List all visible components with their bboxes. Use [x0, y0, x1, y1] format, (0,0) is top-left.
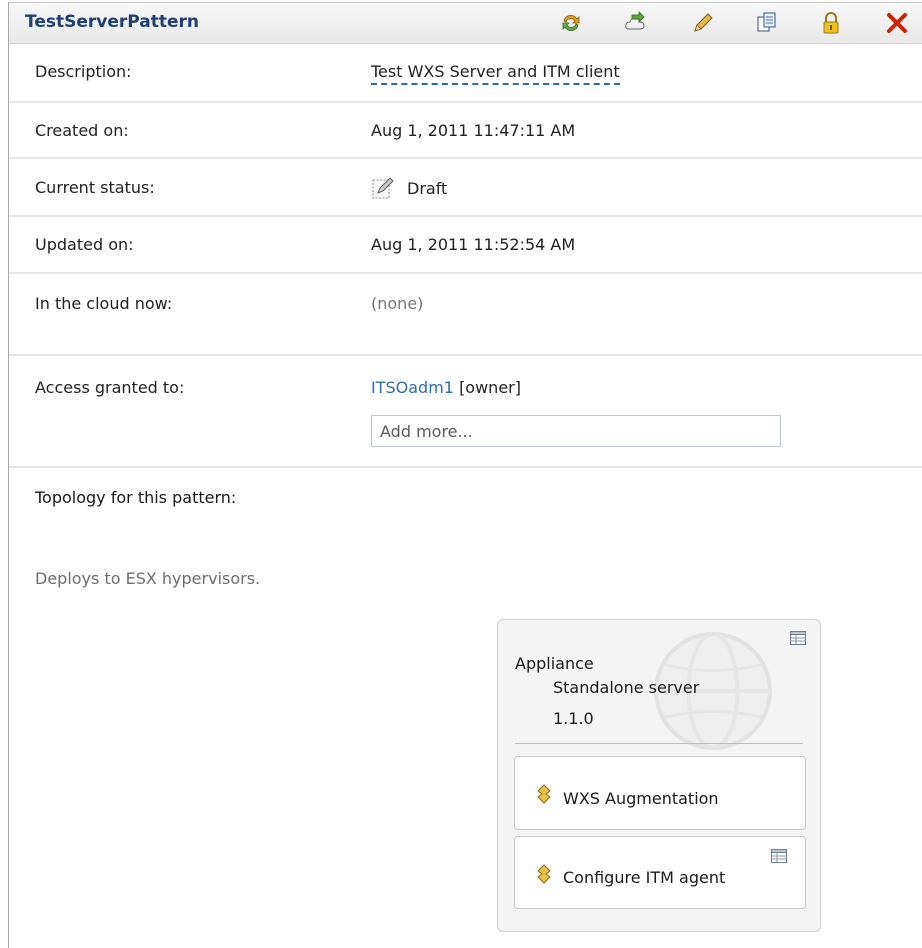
- access-row: Access granted to: ITSOadm1 [owner]: [9, 356, 922, 468]
- script-name: WXS Augmentation: [563, 789, 719, 808]
- script-icon: [535, 864, 553, 888]
- panel-header: TestServerPattern: [9, 2, 922, 44]
- description-text[interactable]: Test WXS Server and ITM client: [371, 62, 620, 85]
- cloud-label: In the cloud now:: [35, 294, 173, 313]
- lock-icon[interactable]: [817, 9, 845, 37]
- status-row: Current status: Draft: [9, 159, 922, 217]
- access-value: ITSOadm1 [owner]: [371, 378, 521, 397]
- draft-icon: [371, 176, 395, 200]
- access-label: Access granted to:: [35, 378, 185, 397]
- access-role: [owner]: [459, 378, 521, 397]
- script-package[interactable]: Configure ITM agent: [514, 836, 806, 909]
- cloud-value: (none): [371, 294, 424, 313]
- created-row: Created on: Aug 1, 2011 11:47:11 AM: [9, 103, 922, 159]
- delete-icon[interactable]: [883, 9, 911, 37]
- updated-row: Updated on: Aug 1, 2011 11:52:54 AM: [9, 217, 922, 274]
- updated-value: Aug 1, 2011 11:52:54 AM: [371, 235, 576, 254]
- created-value: Aug 1, 2011 11:47:11 AM: [371, 121, 576, 140]
- pattern-title: TestServerPattern: [25, 12, 200, 32]
- status-text: Draft: [407, 178, 448, 198]
- created-label: Created on:: [35, 121, 129, 140]
- cloud-row: In the cloud now: (none): [9, 274, 922, 356]
- properties-icon[interactable]: [790, 630, 806, 645]
- part-name: Standalone server: [553, 678, 700, 697]
- description-row: Description: Test WXS Server and ITM cli…: [9, 44, 922, 103]
- script-icon: [535, 784, 553, 808]
- script-package[interactable]: WXS Augmentation: [514, 756, 806, 830]
- part-type: Appliance: [515, 654, 594, 673]
- script-name: Configure ITM agent: [563, 868, 726, 887]
- card-divider: [515, 743, 803, 744]
- part-card[interactable]: Appliance Standalone server 1.1.0 WXS Au…: [497, 619, 821, 932]
- refresh-icon[interactable]: [557, 9, 585, 37]
- updated-label: Updated on:: [35, 235, 134, 254]
- topology-label: Topology for this pattern:: [35, 488, 237, 507]
- part-version: 1.1.0: [553, 709, 594, 728]
- clone-icon[interactable]: [753, 9, 781, 37]
- deploy-icon[interactable]: [621, 9, 649, 37]
- properties-icon[interactable]: [771, 848, 787, 863]
- add-more-input[interactable]: [371, 415, 781, 447]
- description-label: Description:: [35, 62, 132, 81]
- deploys-text: Deploys to ESX hypervisors.: [35, 569, 261, 588]
- access-user-link[interactable]: ITSOadm1: [371, 378, 454, 397]
- description-value[interactable]: Test WXS Server and ITM client: [371, 62, 620, 85]
- pattern-panel: TestServerPattern Description: Test WXS …: [8, 2, 922, 948]
- status-value: Draft: [371, 176, 447, 200]
- edit-icon[interactable]: [689, 9, 717, 37]
- status-label: Current status:: [35, 178, 155, 197]
